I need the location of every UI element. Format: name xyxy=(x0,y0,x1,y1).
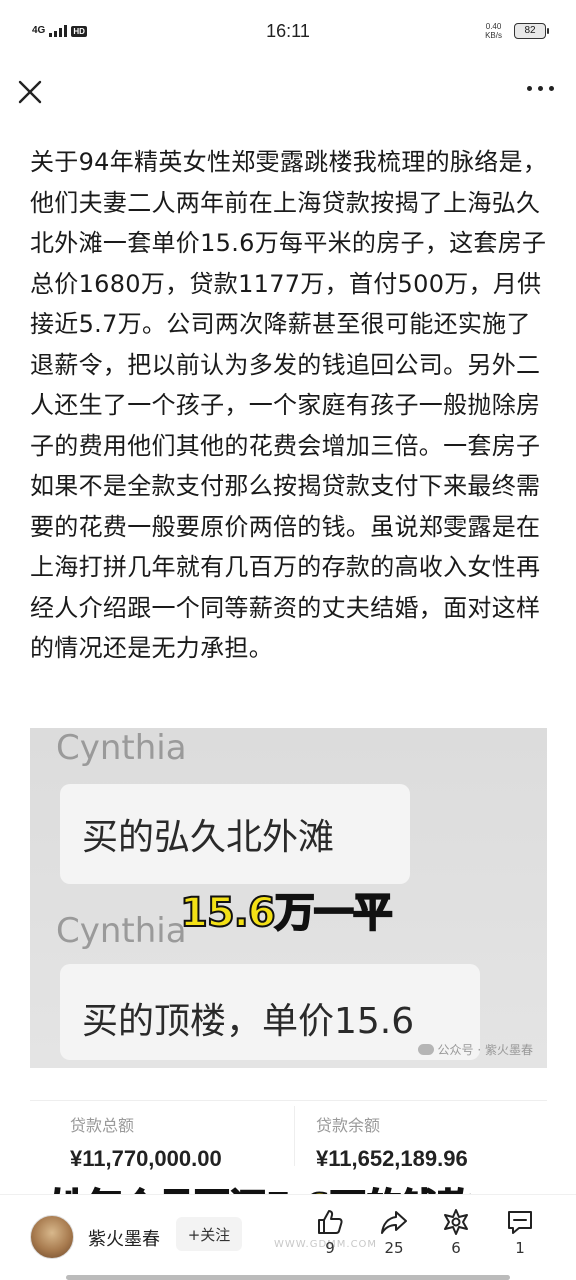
highlight-caption: 15.6万一平 xyxy=(179,889,394,937)
comment-button[interactable]: 1 xyxy=(498,1207,542,1257)
share-icon xyxy=(381,1211,407,1234)
clock: 16:11 xyxy=(266,20,310,41)
comment-icon xyxy=(508,1211,532,1234)
top-nav-bar xyxy=(0,62,576,126)
loan-remaining: 贷款余额 ¥11,652,189.96 xyxy=(316,1112,468,1172)
favorite-button[interactable]: 6 xyxy=(434,1207,478,1257)
wechat-icon xyxy=(417,1044,434,1055)
loan-remaining-value: ¥11,652,189.96 xyxy=(316,1146,468,1171)
comment-count: 1 xyxy=(515,1239,525,1257)
article-image-loan-info[interactable]: 贷款总额 ¥11,770,000.00 贷款余额 ¥11,652,189.96 … xyxy=(30,1100,547,1200)
image-watermark: 公众号 · 紫火墨春 xyxy=(417,1041,533,1058)
bottom-action-bar: 紫火墨春 +关注 WWW.GDMM.COM 9 25 6 1 xyxy=(0,1194,576,1280)
network-type: 4G xyxy=(32,25,46,36)
signal-icon xyxy=(49,25,68,37)
share-button[interactable]: 25 xyxy=(372,1207,416,1257)
favorite-count: 6 xyxy=(451,1239,461,1257)
battery-icon: 82 xyxy=(514,23,549,39)
loan-remaining-label: 贷款余额 xyxy=(316,1116,381,1135)
loan-total-value: ¥11,770,000.00 xyxy=(70,1146,222,1171)
home-indicator[interactable] xyxy=(66,1275,510,1280)
speaker-label: Cynthia xyxy=(56,728,187,768)
loan-total: 贷款总额 ¥11,770,000.00 xyxy=(70,1112,222,1172)
loan-total-label: 贷款总额 xyxy=(70,1116,135,1135)
like-button[interactable]: 9 xyxy=(308,1207,352,1257)
share-count: 25 xyxy=(384,1239,404,1257)
like-count: 9 xyxy=(325,1239,335,1257)
status-right: 0.40 KB/s 82 xyxy=(485,22,549,40)
follow-button[interactable]: +关注 xyxy=(176,1217,242,1251)
article-body: 关于94年精英女性郑雯露跳楼我梳理的脉络是，他们夫妻二人两年前在上海贷款按揭了上… xyxy=(30,148,548,662)
action-group: 9 25 6 1 xyxy=(300,1207,560,1269)
subtitle-text: 买的顶楼，单价15.6 xyxy=(82,1001,415,1042)
thumbs-up-icon xyxy=(318,1210,343,1234)
subtitle-text: 买的弘久北外滩 xyxy=(82,817,335,858)
article-image-video-still[interactable]: Cynthia 买的弘久北外滩 Cynthia 买的顶楼，单价15.6 15.6… xyxy=(30,728,547,1068)
favorite-icon xyxy=(444,1209,468,1235)
author-name[interactable]: 紫火墨春 xyxy=(88,1225,160,1251)
signal-group: 4G HD xyxy=(32,25,87,37)
hd-badge: HD xyxy=(71,25,87,37)
avatar[interactable] xyxy=(30,1215,74,1259)
more-icon[interactable] xyxy=(527,86,554,91)
speaker-label: Cynthia xyxy=(56,911,187,951)
network-speed: 0.40 KB/s xyxy=(485,22,502,40)
status-bar: 4G HD 16:11 0.40 KB/s 82 xyxy=(0,0,576,62)
close-icon[interactable] xyxy=(14,76,46,108)
